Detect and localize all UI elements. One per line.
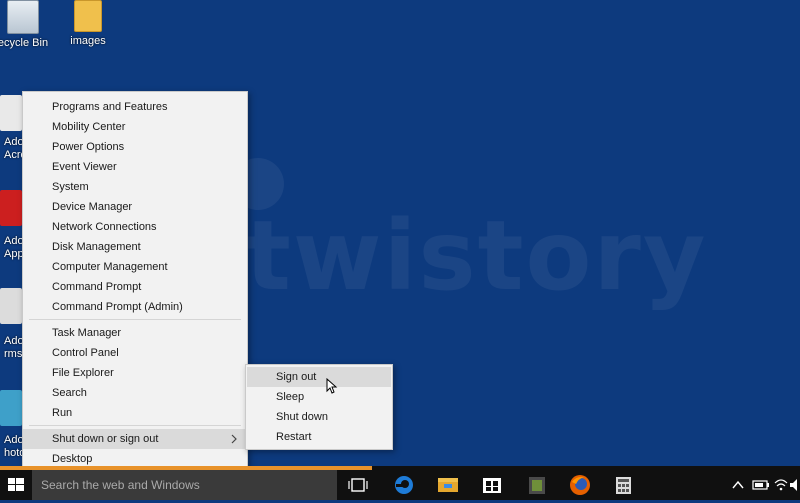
shutdown-submenu: Sign out Sleep Shut down Restart — [245, 364, 393, 450]
menu-item-file-explorer[interactable]: File Explorer — [23, 363, 247, 383]
recycle-bin-glyph — [7, 0, 39, 34]
menu-item-command-prompt[interactable]: Command Prompt — [23, 277, 247, 297]
menu-item-run[interactable]: Run — [23, 403, 247, 423]
volume-icon[interactable] — [788, 470, 800, 500]
battery-icon[interactable] — [750, 470, 772, 500]
search-placeholder: Search the web and Windows — [41, 478, 200, 492]
task-view-icon[interactable] — [337, 470, 381, 500]
adobe-acrobat-shortcut-icon[interactable] — [0, 95, 22, 131]
menu-item-system[interactable]: System — [23, 177, 247, 197]
firefox-icon[interactable] — [558, 470, 602, 500]
menu-item-event-viewer[interactable]: Event Viewer — [23, 157, 247, 177]
menu-item-task-manager[interactable]: Task Manager — [23, 323, 247, 343]
store-icon[interactable] — [470, 470, 514, 500]
menu-item-mobility-center[interactable]: Mobility Center — [23, 117, 247, 137]
taskbar-search-box[interactable]: Search the web and Windows — [32, 470, 337, 500]
mouse-cursor-icon — [326, 378, 338, 394]
menu-item-control-panel[interactable]: Control Panel — [23, 343, 247, 363]
submenu-item-sleep[interactable]: Sleep — [247, 387, 391, 407]
menu-item-device-manager[interactable]: Device Manager — [23, 197, 247, 217]
menu-item-power-options[interactable]: Power Options — [23, 137, 247, 157]
menu-item-search[interactable]: Search — [23, 383, 247, 403]
menu-item-shut-down-or-sign-out[interactable]: Shut down or sign out — [23, 429, 247, 449]
submenu-item-sign-out[interactable]: Sign out — [247, 367, 391, 387]
menu-item-label: Shut down or sign out — [52, 433, 159, 445]
wifi-icon[interactable] — [774, 470, 788, 500]
start-button[interactable] — [0, 470, 32, 500]
watermark-text: twistory — [245, 200, 708, 312]
menu-item-command-prompt-admin[interactable]: Command Prompt (Admin) — [23, 297, 247, 317]
menu-item-computer-management[interactable]: Computer Management — [23, 257, 247, 277]
power-user-context-menu: Programs and Features Mobility Center Po… — [22, 91, 248, 469]
adobe-forms-shortcut-icon[interactable] — [0, 288, 22, 324]
folder-glyph — [74, 0, 102, 32]
menu-item-programs-and-features[interactable]: Programs and Features — [23, 97, 247, 117]
edge-icon[interactable] — [382, 470, 426, 500]
submenu-item-restart[interactable]: Restart — [247, 427, 391, 447]
app-icon[interactable] — [515, 470, 559, 500]
images-folder-icon[interactable]: images — [64, 0, 112, 47]
windows-logo-icon — [8, 478, 24, 491]
submenu-item-shut-down[interactable]: Shut down — [247, 407, 391, 427]
recycle-bin-label: ecycle Bin — [0, 37, 49, 49]
file-explorer-icon[interactable] — [426, 470, 470, 500]
recycle-bin-icon[interactable]: ecycle Bin — [0, 0, 54, 49]
images-folder-label: images — [70, 35, 106, 47]
chevron-right-icon — [231, 434, 237, 444]
adobe-photoshop-shortcut-icon[interactable] — [0, 390, 22, 426]
menu-separator — [29, 425, 241, 426]
menu-item-network-connections[interactable]: Network Connections — [23, 217, 247, 237]
adobe-application-shortcut-icon[interactable] — [0, 190, 22, 226]
chevron-up-icon[interactable] — [728, 470, 748, 500]
calculator-icon[interactable] — [602, 470, 646, 500]
menu-separator — [29, 319, 241, 320]
menu-item-disk-management[interactable]: Disk Management — [23, 237, 247, 257]
